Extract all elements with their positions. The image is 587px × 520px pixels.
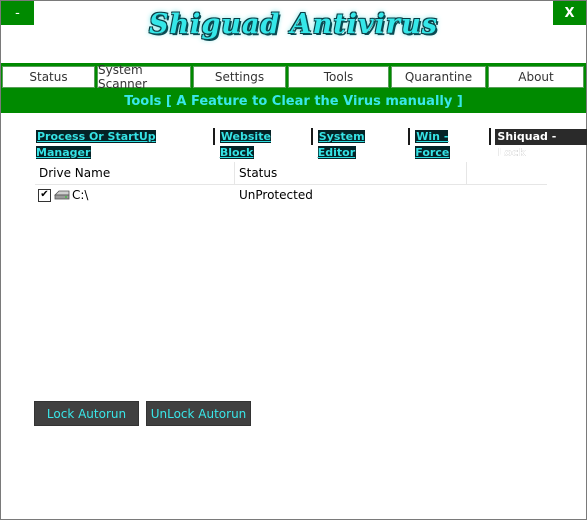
column-header-status[interactable]: Status [235,162,467,184]
subtab-separator [408,128,411,145]
drive-name: C:\ [72,188,89,202]
tab-tools[interactable]: Tools [288,66,389,88]
tab-status[interactable]: Status [2,66,95,88]
column-header-drive-name[interactable]: Drive Name [35,162,235,184]
column-header-empty [467,162,547,184]
subtab-website-block[interactable]: Website Block [219,129,307,159]
tab-about[interactable]: About [488,66,584,88]
tab-system-scanner[interactable]: System Scanner [97,63,191,91]
subtab-separator [310,128,313,145]
drive-list-header: Drive Name Status [35,162,547,185]
tab-quarantine[interactable]: Quarantine [391,66,486,88]
tab-settings[interactable]: Settings [193,66,286,88]
table-row[interactable]: ✔ C:\ UnProtected [35,185,547,205]
app-title: Shiguad Antivirus [149,9,438,40]
drive-name-cell: ✔ C:\ [35,188,235,202]
subtab-separator [212,128,215,145]
subtab-separator [489,128,492,145]
tools-header-bar: Tools [ A Feature to Clear the Virus man… [1,89,586,113]
tools-subtab-bar: Process Or StartUp Manager Website Block… [35,128,587,159]
subtab-label: Win - Force [415,129,451,159]
subtab-system-editor[interactable]: System Editor [317,129,405,159]
lock-autorun-button[interactable]: Lock Autorun [34,401,139,426]
unlock-autorun-button[interactable]: UnLock Autorun [146,401,251,426]
drive-status: UnProtected [239,188,313,202]
drive-list: Drive Name Status ✔ C:\ UnProtected [35,162,547,362]
drive-checkbox[interactable]: ✔ [38,188,51,202]
subtab-shiquad-lock[interactable]: Shiquad - Lock [495,128,587,159]
tools-subtitle: Tools [ A Feature to Clear the Virus man… [124,93,463,109]
main-tab-bar: Status System Scanner Settings Tools Qua… [1,63,586,91]
drive-icon [54,190,70,200]
subtab-win-force[interactable]: Win - Force [414,129,485,159]
subtab-process-startup-manager[interactable]: Process Or StartUp Manager [35,129,209,159]
